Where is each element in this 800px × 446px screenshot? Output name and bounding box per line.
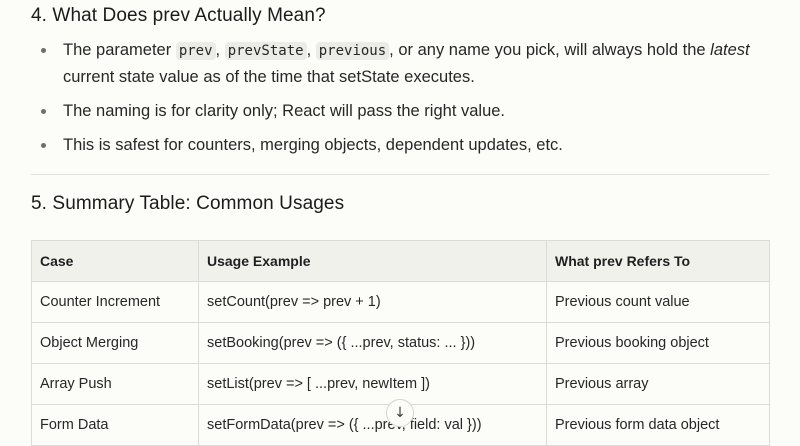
section-5-heading: 5. Summary Table: Common Usages (31, 193, 345, 214)
emphasis-latest: latest (710, 41, 750, 59)
section-4-heading: 4. What Does prev Actually Mean? (31, 5, 326, 26)
column-header-what-prev-refers-to: What prev Refers To (546, 240, 770, 282)
bullet-text: , or any name you pick, will always hold… (389, 41, 711, 59)
bullet-text: , (215, 41, 225, 59)
table-cell: setCount(prev => prev + 1) (198, 281, 547, 323)
bullet-item: The parameter prev, prevState, previous,… (31, 37, 769, 90)
table-row: Object Merging setBooking(prev => ({ ...… (31, 322, 770, 364)
table-header-row: Case Usage Example What prev Refers To (31, 240, 770, 282)
inline-code-prevstate: prevState (224, 42, 307, 60)
section-4-bullet-list: The parameter prev, prevState, previous,… (31, 37, 769, 158)
table-cell: Counter Increment (31, 281, 199, 323)
table-cell: setFormData(prev => ({ ...prev, field: v… (198, 404, 547, 446)
bullet-text: current state value as of the time that … (63, 68, 475, 86)
bullet-text: , (306, 41, 316, 59)
inline-code-prev: prev (175, 42, 216, 60)
table-cell: Previous form data object (546, 404, 770, 446)
bullet-text: The parameter (63, 41, 176, 59)
table-row: Counter Increment setCount(prev => prev … (31, 281, 770, 323)
section-divider (31, 174, 769, 175)
scroll-to-bottom-button[interactable]: ↓ (386, 399, 414, 427)
column-header-case: Case (31, 240, 199, 282)
table-cell: setBooking(prev => ({ ...prev, status: .… (198, 322, 547, 364)
table-cell: Array Push (31, 363, 199, 405)
table-cell: setList(prev => [ ...prev, newItem ]) (198, 363, 547, 405)
arrow-down-icon: ↓ (394, 405, 406, 421)
bullet-item: This is safest for counters, merging obj… (31, 132, 769, 158)
column-header-usage-example: Usage Example (198, 240, 547, 282)
table-cell: Previous count value (546, 281, 770, 323)
bullet-item: The naming is for clarity only; React wi… (31, 98, 769, 124)
table-cell: Form Data (31, 404, 199, 446)
table-cell: Object Merging (31, 322, 199, 364)
table-cell: Previous booking object (546, 322, 770, 364)
inline-code-previous: previous (315, 42, 390, 60)
table-cell: Previous array (546, 363, 770, 405)
